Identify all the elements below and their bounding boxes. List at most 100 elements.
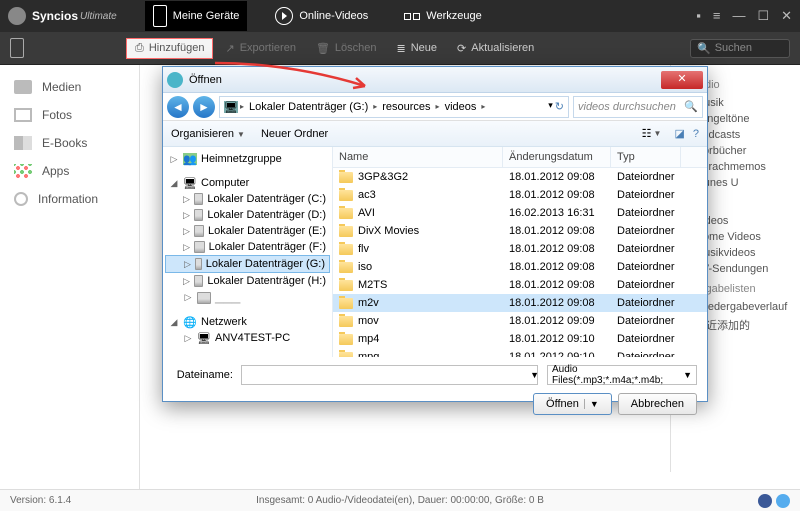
nav-forward-button[interactable]: ► [193, 96, 215, 118]
chevron-right-icon[interactable]: ▸ [436, 102, 440, 111]
file-name: M2TS [358, 279, 387, 291]
network-icon: 🌐 [183, 316, 197, 328]
file-row[interactable]: mpg 18.01.2012 09:10 Dateiordner [333, 348, 707, 357]
folder-icon [339, 280, 353, 291]
help-icon[interactable]: ? [693, 128, 699, 140]
nav-tools[interactable]: Werkzeuge [396, 6, 489, 26]
expand-icon[interactable]: ▷ [183, 292, 193, 303]
dialog-titlebar[interactable]: Öffnen ✕ [163, 67, 707, 93]
file-date: 18.01.2012 09:08 [503, 260, 611, 274]
expand-icon[interactable]: ▷ [183, 194, 190, 205]
refresh-address-icon[interactable]: ↻ [555, 100, 564, 113]
sidebar-photos[interactable]: Fotos [0, 101, 139, 129]
tree-drive-extra[interactable]: ▷▁▁▁ [165, 289, 330, 306]
play-icon [275, 7, 293, 25]
maximize-icon[interactable]: ☐ [757, 8, 769, 24]
chevron-right-icon[interactable]: ▸ [373, 102, 377, 111]
tree-drive[interactable]: ▷Lokaler Datenträger (G:) [165, 255, 330, 273]
tree-drive[interactable]: ▷Lokaler Datenträger (E:) [165, 223, 330, 239]
file-row[interactable]: AVI 16.02.2013 16:31 Dateiordner [333, 204, 707, 222]
device-thumb-icon[interactable] [10, 38, 24, 58]
sidebar-media[interactable]: Medien [0, 73, 139, 101]
file-row[interactable]: flv 18.01.2012 09:08 Dateiordner [333, 240, 707, 258]
breadcrumb-seg-0[interactable]: Lokaler Datenträger (G:) [246, 101, 371, 113]
expand-icon[interactable]: ▷ [183, 210, 190, 221]
chat-icon[interactable]: ▪ [696, 8, 701, 24]
collapse-icon[interactable]: ◢ [169, 178, 179, 189]
tree-drive[interactable]: ▷Lokaler Datenträger (D:) [165, 207, 330, 223]
sidebar-info[interactable]: Information [0, 185, 139, 213]
file-date: 16.02.2013 16:31 [503, 206, 611, 220]
expand-icon[interactable]: ▷ [183, 276, 190, 287]
tree-computer[interactable]: ◢🖥Computer [165, 175, 330, 191]
search-icon[interactable]: 🔍 [684, 100, 698, 113]
expand-icon[interactable]: ▷ [169, 154, 179, 165]
search-icon: 🔍 [697, 42, 711, 55]
expand-icon[interactable]: ▷ [183, 242, 190, 253]
new-button[interactable]: ≣ Neue [389, 39, 446, 58]
file-row[interactable]: m2v 18.01.2012 09:08 Dateiordner [333, 294, 707, 312]
close-icon[interactable]: ✕ [781, 8, 792, 24]
file-name: m2v [358, 297, 379, 309]
sidebar-apps[interactable]: Apps [0, 157, 139, 185]
file-list-header[interactable]: Name Änderungsdatum Typ [333, 147, 707, 168]
twitter-icon[interactable] [776, 494, 790, 508]
view-mode-button[interactable]: ☷ ▼ [637, 125, 667, 142]
organize-menu[interactable]: Organisieren ▼ [171, 128, 245, 140]
col-name[interactable]: Name [333, 147, 503, 167]
refresh-button[interactable]: ⟳ Aktualisieren [449, 39, 542, 58]
facebook-icon[interactable] [758, 494, 772, 508]
ebooks-label: E-Books [42, 136, 87, 150]
file-row[interactable]: ac3 18.01.2012 09:08 Dateiordner [333, 186, 707, 204]
tree-network[interactable]: ◢🌐Netzwerk [165, 314, 330, 330]
sidebar-ebooks[interactable]: E-Books [0, 129, 139, 157]
new-folder-button[interactable]: Neuer Ordner [261, 128, 328, 140]
breadcrumb[interactable]: 🖥 ▸ Lokaler Datenträger (G:) ▸ resources… [219, 96, 569, 118]
open-button[interactable]: Öffnen▼ [533, 393, 612, 415]
file-row[interactable]: M2TS 18.01.2012 09:08 Dateiordner [333, 276, 707, 294]
chevron-down-icon: ▼ [683, 370, 692, 380]
chevron-right-icon[interactable]: ▸ [240, 102, 244, 111]
nav-devices[interactable]: Meine Geräte [145, 1, 248, 31]
file-type-filter[interactable]: Audio Files(*.mp3;*.m4a;*.m4b;▼ [547, 365, 697, 385]
minimize-icon[interactable]: — [732, 8, 745, 24]
delete-button[interactable]: 🗑 Löschen [308, 39, 385, 58]
expand-icon[interactable]: ▷ [184, 259, 191, 270]
expand-icon[interactable]: ▷ [183, 333, 193, 344]
dialog-search-input[interactable]: videos durchsuchen 🔍 [573, 96, 703, 118]
nav-online-videos[interactable]: Online-Videos [267, 3, 376, 29]
col-date[interactable]: Änderungsdatum [503, 147, 611, 167]
search-input[interactable]: 🔍 Suchen [690, 39, 790, 58]
file-row[interactable]: mov 18.01.2012 09:09 Dateiordner [333, 312, 707, 330]
chevron-right-icon[interactable]: ▸ [481, 102, 485, 111]
col-type[interactable]: Typ [611, 147, 681, 167]
file-row[interactable]: 3GP&3G2 18.01.2012 09:08 Dateiordner [333, 168, 707, 186]
menu-icon[interactable]: ≡ [713, 8, 721, 24]
breadcrumb-seg-2[interactable]: videos [442, 101, 480, 113]
filename-input[interactable] [241, 365, 538, 385]
filename-dropdown-icon[interactable]: ▼ [530, 370, 539, 380]
tree-homegroup[interactable]: ▷👥Heimnetzgruppe [165, 151, 330, 167]
tree-drive[interactable]: ▷Lokaler Datenträger (F:) [165, 239, 330, 255]
add-button[interactable]: ⎙ Hinzufügen [126, 38, 213, 59]
breadcrumb-seg-1[interactable]: resources [379, 101, 433, 113]
collapse-icon[interactable]: ◢ [169, 317, 179, 328]
tree-netpc[interactable]: ▷🖥ANV4TEST-PC [165, 330, 330, 346]
preview-pane-icon[interactable]: ◪ [674, 127, 684, 140]
dropdown-icon[interactable]: ▾ [548, 100, 553, 113]
file-row[interactable]: iso 18.01.2012 09:08 Dateiordner [333, 258, 707, 276]
dialog-search-placeholder: videos durchsuchen [578, 101, 676, 113]
expand-icon[interactable]: ▷ [183, 226, 190, 237]
file-row[interactable]: mp4 18.01.2012 09:10 Dateiordner [333, 330, 707, 348]
file-list[interactable]: Name Änderungsdatum Typ 3GP&3G2 18.01.20… [333, 147, 707, 357]
folder-icon [339, 172, 353, 183]
dialog-close-button[interactable]: ✕ [661, 71, 703, 89]
export-button[interactable]: ↗ Exportieren [217, 39, 303, 58]
tree-drive[interactable]: ▷Lokaler Datenträger (C:) [165, 191, 330, 207]
file-row[interactable]: DivX Movies 18.01.2012 09:08 Dateiordner [333, 222, 707, 240]
folder-tree[interactable]: ▷👥Heimnetzgruppe ◢🖥Computer ▷Lokaler Dat… [163, 147, 333, 357]
nav-back-button[interactable]: ◄ [167, 96, 189, 118]
tree-drive[interactable]: ▷Lokaler Datenträger (H:) [165, 273, 330, 289]
chevron-down-icon[interactable]: ▼ [584, 399, 599, 409]
cancel-button[interactable]: Abbrechen [618, 393, 697, 415]
